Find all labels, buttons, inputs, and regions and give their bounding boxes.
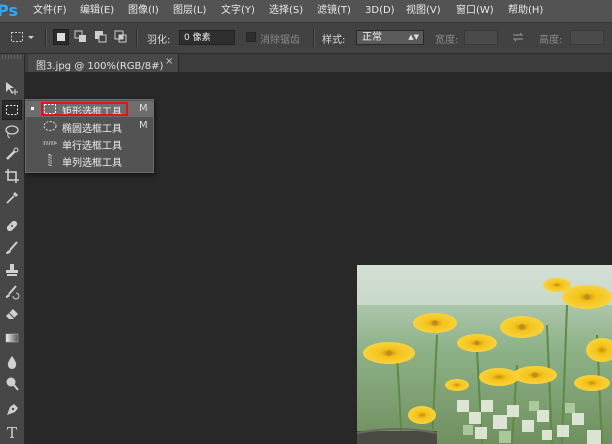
feather-input[interactable]: 0 像素 bbox=[179, 30, 235, 45]
eraser-icon[interactable] bbox=[2, 304, 22, 324]
style-select-value: 正常 bbox=[362, 32, 382, 43]
updown-arrow-icon: ▲▼ bbox=[408, 33, 419, 41]
options-bar: 羽化: 0 像素 消除锯齿 样式: 正常 ▲▼ 宽度: 高度: bbox=[0, 23, 612, 54]
menu-help[interactable]: 帮助(H) bbox=[508, 0, 543, 22]
add-to-selection-icon[interactable] bbox=[74, 30, 88, 44]
width-input[interactable] bbox=[464, 30, 498, 45]
flyout-item-shortcut: M bbox=[139, 120, 148, 131]
document-tab[interactable]: 图3.jpg @ 100%(RGB/8#) × bbox=[28, 54, 179, 72]
eyedropper-icon[interactable] bbox=[2, 188, 22, 208]
style-select[interactable]: 正常 ▲▼ bbox=[356, 30, 424, 45]
flyout-item-single-column-marquee[interactable]: 单列选框工具 bbox=[26, 152, 153, 169]
menu-edit[interactable]: 编辑(E) bbox=[80, 0, 114, 22]
lasso-tool-icon[interactable] bbox=[2, 122, 22, 142]
flyout-item-label: 单列选框工具 bbox=[62, 158, 122, 169]
pen-tool-icon[interactable] bbox=[2, 400, 22, 420]
width-label: 宽度: bbox=[435, 35, 459, 46]
menu-layer[interactable]: 图层(L) bbox=[173, 0, 206, 22]
style-label: 样式: bbox=[322, 35, 346, 46]
swap-dimensions-icon[interactable] bbox=[511, 30, 525, 44]
menu-view[interactable]: 视图(V) bbox=[406, 0, 441, 22]
menu-window[interactable]: 窗口(W) bbox=[456, 0, 494, 22]
move-tool-icon[interactable] bbox=[2, 78, 22, 98]
height-label: 高度: bbox=[539, 35, 563, 46]
menu-image[interactable]: 图像(I) bbox=[128, 0, 159, 22]
brush-tool-icon[interactable] bbox=[2, 238, 22, 258]
menu-select[interactable]: 选择(S) bbox=[269, 0, 303, 22]
document-image[interactable] bbox=[357, 265, 612, 444]
marquee-tool-icon[interactable] bbox=[2, 100, 22, 120]
menu-type[interactable]: 文字(Y) bbox=[221, 0, 255, 22]
flyout-item-shortcut: M bbox=[139, 103, 148, 114]
divider bbox=[136, 29, 137, 47]
tools-panel: T bbox=[0, 54, 25, 444]
selected-bullet-icon bbox=[31, 107, 34, 110]
crop-tool-icon[interactable] bbox=[2, 166, 22, 186]
flyout-item-label: 椭圆选框工具 bbox=[62, 124, 122, 135]
menu-bar: Ps 文件(F) 编辑(E) 图像(I) 图层(L) 文字(Y) 选择(S) 滤… bbox=[0, 0, 612, 23]
single-column-marquee-icon bbox=[43, 154, 57, 166]
height-input[interactable] bbox=[570, 30, 604, 45]
photoshop-logo: Ps bbox=[0, 1, 18, 20]
tool-preset-icon[interactable] bbox=[10, 30, 24, 44]
spot-healing-icon[interactable] bbox=[2, 216, 22, 236]
flower-photo bbox=[357, 265, 612, 444]
elliptical-marquee-icon bbox=[43, 120, 57, 132]
divider bbox=[313, 29, 314, 47]
divider bbox=[45, 29, 46, 47]
document-tab-bar: 图3.jpg @ 100%(RGB/8#) × bbox=[24, 54, 612, 72]
antialias-checkbox[interactable] bbox=[246, 32, 256, 42]
subtract-from-selection-icon[interactable] bbox=[94, 30, 108, 44]
antialias-label: 消除锯齿 bbox=[260, 35, 300, 46]
clone-stamp-icon[interactable] bbox=[2, 260, 22, 280]
gradient-icon[interactable] bbox=[2, 328, 22, 348]
marquee-tool-flyout: 矩形选框工具 M 椭圆选框工具 M 单行选框工具 单列选框工具 bbox=[25, 99, 154, 173]
red-highlight-box bbox=[41, 102, 128, 116]
dodge-tool-icon[interactable] bbox=[2, 374, 22, 394]
history-brush-icon[interactable] bbox=[2, 282, 22, 302]
new-selection-icon[interactable] bbox=[53, 29, 69, 45]
blur-tool-icon[interactable] bbox=[2, 352, 22, 372]
svg-text:T: T bbox=[7, 424, 17, 440]
menu-3d[interactable]: 3D(D) bbox=[365, 0, 395, 22]
feather-label: 羽化: bbox=[147, 35, 171, 46]
panel-grip[interactable] bbox=[2, 55, 22, 59]
chevron-down-icon[interactable] bbox=[27, 30, 35, 44]
intersect-selection-icon[interactable] bbox=[114, 30, 128, 44]
flyout-item-elliptical-marquee[interactable]: 椭圆选框工具 M bbox=[26, 118, 153, 135]
document-tab-title: 图3.jpg @ 100%(RGB/8#) bbox=[36, 61, 164, 72]
close-icon[interactable]: × bbox=[165, 56, 173, 67]
menu-file[interactable]: 文件(F) bbox=[33, 0, 67, 22]
type-tool-icon[interactable]: T bbox=[2, 422, 22, 442]
menu-filter[interactable]: 滤镜(T) bbox=[317, 0, 351, 22]
flyout-item-single-row-marquee[interactable]: 单行选框工具 bbox=[26, 135, 153, 152]
flyout-item-label: 单行选框工具 bbox=[62, 141, 122, 152]
quick-selection-icon[interactable] bbox=[2, 144, 22, 164]
flyout-item-rect-marquee[interactable]: 矩形选框工具 M bbox=[26, 101, 153, 118]
single-row-marquee-icon bbox=[43, 137, 57, 149]
